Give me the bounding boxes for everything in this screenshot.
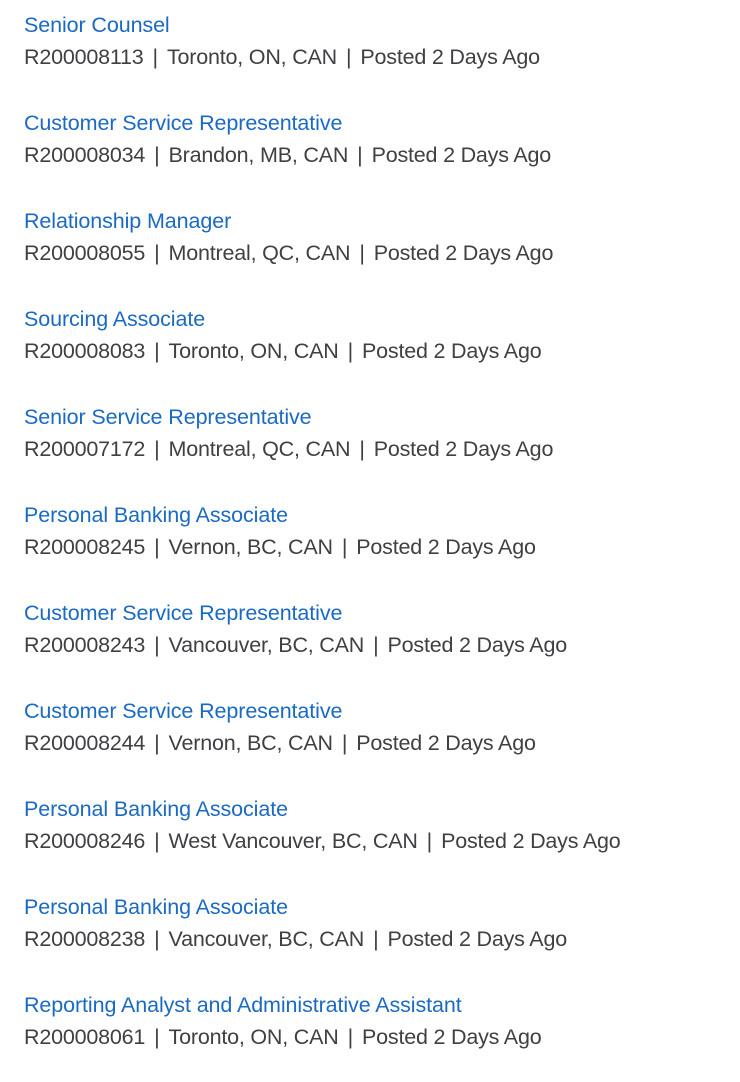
job-location: Montreal, QC, CAN	[168, 241, 351, 265]
job-listing-item[interactable]: Relationship Manager R200008055 | Montreal…	[24, 200, 740, 298]
job-location: Toronto, ON, CAN	[168, 339, 339, 363]
job-location: Toronto, ON, CAN	[168, 1025, 339, 1049]
meta-separator-1: |	[154, 829, 160, 853]
job-posted-date: Posted 2 Days Ago	[362, 1025, 542, 1049]
meta-separator-1: |	[154, 339, 160, 363]
job-location: Vancouver, BC, CAN	[168, 633, 365, 657]
job-location: West Vancouver, BC, CAN	[168, 829, 418, 853]
meta-separator-2: |	[359, 241, 365, 265]
job-listing-item[interactable]: Customer Service Representative R2000080…	[24, 102, 740, 200]
meta-separator-2: |	[359, 437, 365, 461]
job-listing-item[interactable]: Sourcing Associate R200008083 | Toronto, O…	[24, 298, 740, 396]
job-title-link[interactable]: Relationship Manager	[24, 200, 740, 236]
job-meta-line: R200008243 | Vancouver, BC, CAN | Posted 2 D…	[24, 628, 740, 660]
job-meta-line: R200008061 | Toronto, ON, CAN | Posted 2 Day…	[24, 1020, 740, 1052]
meta-separator-1: |	[154, 731, 160, 755]
job-posted-date: Posted 2 Days Ago	[362, 339, 542, 363]
job-title-link[interactable]: Personal Banking Associate	[24, 494, 740, 530]
meta-separator-1: |	[152, 45, 159, 69]
job-posted-date: Posted 2 Days Ago	[387, 927, 568, 951]
meta-separator-2: |	[373, 633, 379, 657]
job-posted-date: Posted 2 Days Ago	[356, 731, 536, 755]
job-posted-date: Posted 2 Days Ago	[441, 829, 621, 853]
job-posted-date: Posted 2 Days Ago	[373, 437, 554, 461]
job-requisition-id: R200008061	[24, 1025, 146, 1049]
job-location: Brandon, MB, CAN	[168, 143, 349, 167]
job-requisition-id: R200008246	[24, 829, 146, 853]
meta-separator-1: |	[154, 633, 160, 657]
job-title-link[interactable]: Reporting Analyst and Administrative Ass…	[24, 984, 740, 1020]
job-requisition-id: R200008238	[24, 927, 146, 951]
job-meta-line: R200007172 | Montreal, QC, CAN | Posted 2 Da…	[24, 432, 740, 464]
job-meta-line: R200008113 | Toronto, ON, CAN | Posted 2 Day…	[24, 40, 740, 72]
job-location: Vancouver, BC, CAN	[168, 927, 365, 951]
job-listing-item[interactable]: Customer Service Representative R2000082…	[24, 690, 740, 788]
meta-separator-1: |	[154, 143, 160, 167]
job-title-link[interactable]: Customer Service Representative	[24, 102, 740, 138]
job-listing-item[interactable]: Customer Service Representative R2000082…	[24, 592, 740, 690]
meta-separator-2: |	[346, 45, 352, 69]
meta-separator-1: |	[154, 1025, 160, 1049]
job-title-link[interactable]: Personal Banking Associate	[24, 886, 740, 922]
job-meta-line: R200008083 | Toronto, ON, CAN | Posted 2 Day…	[24, 334, 740, 366]
job-meta-line: R200008244 | Vernon, BC, CAN | Posted 2 Days…	[24, 726, 740, 758]
job-location: Montreal, QC, CAN	[168, 437, 351, 461]
job-listing-item[interactable]: Personal Banking Associate R200008238 | Va…	[24, 886, 740, 984]
meta-separator-2: |	[347, 339, 354, 363]
job-title-link[interactable]: Customer Service Representative	[24, 690, 740, 726]
job-title-link[interactable]: Senior Service Representative	[24, 396, 740, 432]
job-posted-date: Posted 2 Days Ago	[387, 633, 568, 657]
job-requisition-id: R200007172	[24, 437, 146, 461]
job-requisition-id: R200008243	[24, 633, 146, 657]
job-meta-line: R200008246 | West Vancouver, BC, CAN | Poste…	[24, 824, 740, 856]
job-posted-date: Posted 2 Days Ago	[360, 45, 540, 69]
job-meta-line: R200008238 | Vancouver, BC, CAN | Posted 2 D…	[24, 922, 740, 954]
job-listing-item[interactable]: Senior Counsel R200008113 | Toronto, ON, C…	[24, 4, 740, 102]
job-listing-item[interactable]: Senior Service Representative R200007172…	[24, 396, 740, 494]
job-requisition-id: R200008113	[24, 45, 144, 69]
job-location: Vernon, BC, CAN	[168, 535, 334, 559]
meta-separator-2: |	[426, 829, 433, 853]
job-title-link[interactable]: Sourcing Associate	[24, 298, 740, 334]
job-meta-line: R200008055 | Montreal, QC, CAN | Posted 2 Da…	[24, 236, 740, 268]
job-listing-item[interactable]: Reporting Analyst and Administrative Ass…	[24, 984, 740, 1082]
job-requisition-id: R200008034	[24, 143, 146, 167]
job-listing-item[interactable]: Personal Banking Associate R200008245 | Ve…	[24, 494, 740, 592]
meta-separator-1: |	[154, 927, 160, 951]
job-posted-date: Posted 2 Days Ago	[373, 241, 554, 265]
meta-separator-2: |	[357, 143, 363, 167]
job-requisition-id: R200008245	[24, 535, 146, 559]
job-title-link[interactable]: Senior Counsel	[24, 4, 740, 40]
job-posted-date: Posted 2 Days Ago	[371, 143, 552, 167]
meta-separator-2: |	[373, 927, 379, 951]
job-posted-date: Posted 2 Days Ago	[356, 535, 536, 559]
meta-separator-1: |	[154, 241, 160, 265]
job-listing-item[interactable]: Personal Banking Associate R200008246 | We…	[24, 788, 740, 886]
job-results-list: Senior Counsel R200008113 | Toronto, ON, C…	[0, 0, 740, 1082]
meta-separator-2: |	[341, 535, 348, 559]
meta-separator-2: |	[341, 731, 348, 755]
meta-separator-2: |	[347, 1025, 354, 1049]
job-requisition-id: R200008083	[24, 339, 146, 363]
meta-separator-1: |	[154, 437, 160, 461]
meta-separator-1: |	[154, 535, 160, 559]
job-requisition-id: R200008244	[24, 731, 146, 755]
job-title-link[interactable]: Personal Banking Associate	[24, 788, 740, 824]
job-requisition-id: R200008055	[24, 241, 146, 265]
job-title-link[interactable]: Customer Service Representative	[24, 592, 740, 628]
job-meta-line: R200008245 | Vernon, BC, CAN | Posted 2 Days…	[24, 530, 740, 562]
job-location: Vernon, BC, CAN	[168, 731, 334, 755]
job-location: Toronto, ON, CAN	[166, 45, 337, 69]
job-meta-line: R200008034 | Brandon, MB, CAN | Posted 2 Day…	[24, 138, 740, 170]
